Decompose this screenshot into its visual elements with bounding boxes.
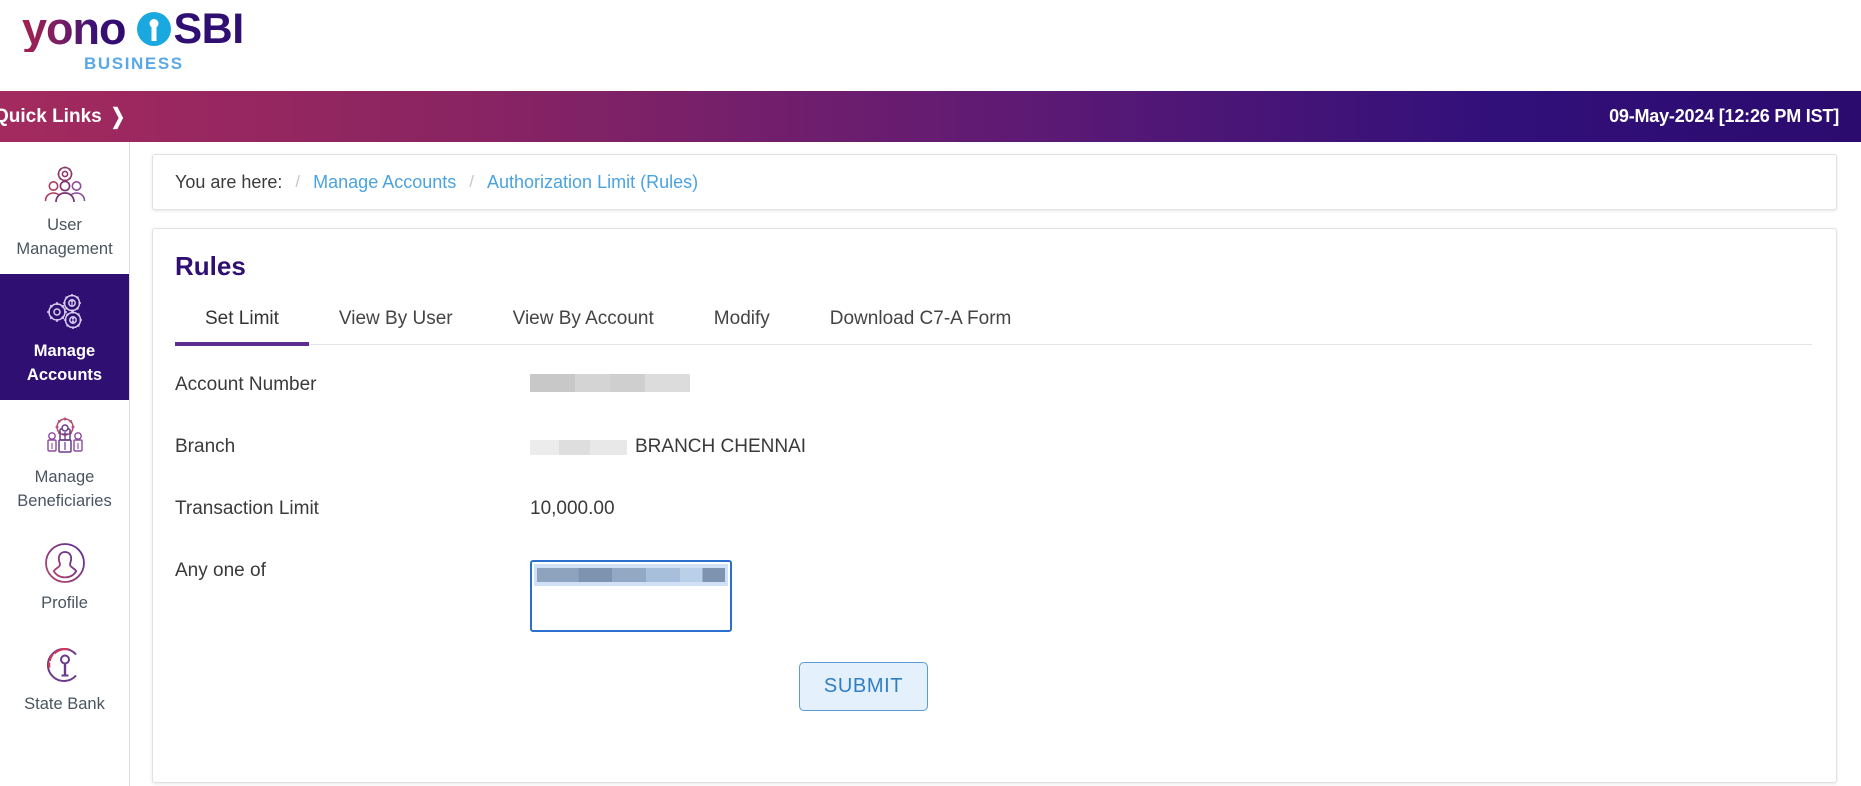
any-one-of-value — [530, 555, 732, 632]
redacted-branch-code — [530, 440, 627, 455]
breadcrumb-link-manage-accounts[interactable]: Manage Accounts — [313, 172, 456, 193]
form-row-transaction-limit: Transaction Limit 10,000.00 — [175, 493, 1812, 555]
quick-links-button[interactable]: Quick Links ❯ — [0, 106, 125, 128]
quick-links-bar: Quick Links ❯ 09-May-2024 [12:26 PM IST] — [0, 91, 1861, 142]
users-gear-icon — [4, 162, 125, 208]
sidebar-item-label: UserManagement — [4, 214, 125, 262]
sidebar-item-label: Profile — [4, 592, 125, 616]
quick-links-label: Quick Links — [0, 106, 102, 128]
sbi-wordmark: SBI — [174, 6, 244, 52]
transaction-limit-label: Transaction Limit — [175, 493, 530, 520]
yono-sbi-business-logo[interactable]: yono SBI BUSINESS — [22, 6, 266, 72]
form-row-any-one-of: Any one of — [175, 555, 1812, 632]
branch-label: Branch — [175, 431, 530, 458]
main-content: You are here: / Manage Accounts / Author… — [130, 142, 1861, 786]
sbi-keyhole-icon — [4, 641, 125, 687]
submit-row: SUBMIT — [175, 632, 1552, 711]
sidebar-item-state-bank[interactable]: State Bank — [0, 627, 129, 729]
sidebar-item-label: State Bank — [4, 693, 125, 717]
submit-button[interactable]: SUBMIT — [799, 662, 928, 711]
form-row-account-number: Account Number — [175, 369, 1812, 431]
set-limit-form: Account Number Branch BRANCH CHENNAI Tra… — [175, 345, 1812, 711]
redacted-account-number — [530, 374, 690, 392]
chevron-right-icon: ❯ — [111, 106, 125, 127]
sidebar-item-label: ManageAccounts — [4, 340, 125, 388]
breadcrumb-separator: / — [295, 172, 300, 192]
tab-view-by-account[interactable]: View By Account — [483, 308, 684, 344]
breadcrumb-link-authorization-limit[interactable]: Authorization Limit (Rules) — [487, 172, 698, 193]
sidebar-item-manage-beneficiaries[interactable]: ManageBeneficiaries — [0, 400, 129, 526]
account-number-label: Account Number — [175, 369, 530, 396]
rules-panel: Rules Set Limit View By User View By Acc… — [152, 228, 1837, 783]
user-circle-icon — [4, 540, 125, 586]
sidebar-item-manage-accounts[interactable]: ManageAccounts — [0, 274, 129, 400]
tab-set-limit[interactable]: Set Limit — [175, 308, 309, 344]
breadcrumb-prefix: You are here: — [175, 172, 282, 193]
sidebar-item-profile[interactable]: Profile — [0, 526, 129, 628]
transaction-limit-value: 10,000.00 — [530, 493, 615, 520]
sidebar-item-user-management[interactable]: UserManagement — [0, 148, 129, 274]
page-title: Rules — [175, 251, 1812, 282]
branch-value: BRANCH CHENNAI — [530, 431, 806, 458]
breadcrumb: You are here: / Manage Accounts / Author… — [152, 154, 1837, 210]
app-shell: UserManagement — [0, 142, 1861, 786]
listbox-option[interactable] — [534, 564, 728, 586]
datetime-display: 09-May-2024 [12:26 PM IST] — [1609, 106, 1839, 127]
beneficiaries-gear-icon — [4, 414, 125, 460]
sbi-keyhole-icon — [137, 12, 171, 46]
branch-name-text: BRANCH CHENNAI — [635, 436, 806, 458]
yono-wordmark: yono — [22, 6, 126, 52]
form-row-branch: Branch BRANCH CHENNAI — [175, 431, 1812, 493]
breadcrumb-separator: / — [469, 172, 474, 192]
tab-modify[interactable]: Modify — [684, 308, 800, 344]
redacted-option-text — [537, 568, 725, 582]
gears-accounts-icon — [4, 288, 125, 334]
business-subtitle: BUSINESS — [84, 54, 184, 74]
any-one-of-label: Any one of — [175, 555, 530, 582]
account-number-value — [530, 369, 690, 392]
tab-bar: Set Limit View By User View By Account M… — [175, 308, 1812, 345]
tab-download-c7a-form[interactable]: Download C7-A Form — [800, 308, 1042, 344]
logo-bar: yono SBI BUSINESS — [0, 0, 1861, 91]
sidebar-nav: UserManagement — [0, 142, 130, 786]
sidebar-item-label: ManageBeneficiaries — [4, 466, 125, 514]
tab-view-by-user[interactable]: View By User — [309, 308, 483, 344]
any-one-of-listbox[interactable] — [530, 560, 732, 632]
